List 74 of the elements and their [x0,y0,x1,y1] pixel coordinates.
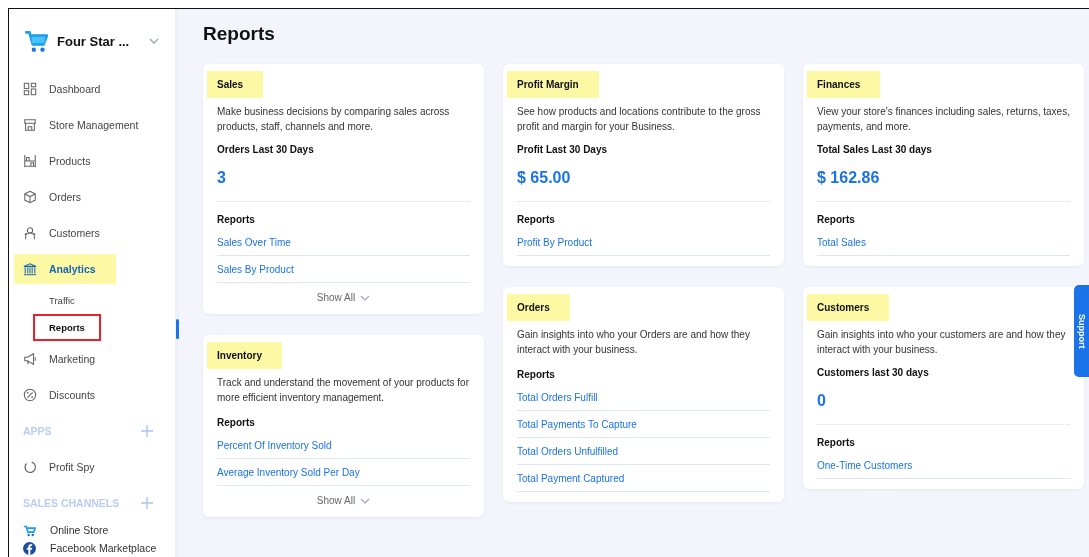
channel-item[interactable]: Facebook Marketplace [23,539,165,557]
card-description: Make business decisions by comparing sales across products, staff, channels and more. [217,105,451,134]
card-title: Finances [807,71,881,98]
nav-item[interactable]: Products [19,148,95,174]
nav-item[interactable]: Profit Spy [19,454,99,480]
report-link[interactable]: Total Payment Captured [517,465,770,492]
store-name[interactable]: Four Star ... [57,33,141,49]
chevron-down-icon [360,294,371,301]
metric-label: Profit Last 30 Days [517,144,609,155]
section-heading: APPS [23,425,52,437]
report-link[interactable]: Profit By Product [517,229,770,256]
channel-item[interactable]: Online Store [23,521,165,539]
scrollbar[interactable] [176,319,179,339]
show-all-button[interactable]: Show All [310,494,377,507]
card-title: Orders [507,294,570,321]
report-link[interactable]: Total Payments To Capture [517,411,770,438]
cart-logo-icon [23,28,49,54]
metric-label: Total Sales Last 30 days [817,144,933,155]
plus-icon[interactable] [141,425,153,437]
report-link[interactable]: Average Inventory Sold Per Day [217,459,470,486]
metric-value: $ 65.00 [517,169,572,187]
people-icon [23,226,37,240]
reports-heading: Reports [517,369,556,380]
card-description: Gain insights into who your customers are and how they interact with your business. [817,328,1067,357]
nav-item[interactable]: Dashboard [19,76,105,102]
metric-value: 3 [217,169,227,187]
ring-icon [23,460,37,474]
chevron-down-icon[interactable] [149,38,159,44]
reports-heading: Reports [517,214,556,225]
card-description: Track and understand the movement of your products for more efficient inventory management. [217,376,470,405]
store-icon [23,118,37,132]
nav-item[interactable]: Customers [19,220,104,246]
report-link[interactable]: Sales Over Time [217,229,470,256]
nav-item[interactable]: Analytics [14,254,116,284]
card-title: Sales [207,71,264,98]
report-link[interactable]: Total Orders Unfulfilled [517,438,770,465]
nav-item[interactable]: Store Management [19,112,143,138]
nav-subitem[interactable]: Traffic [43,291,81,310]
card-title: Customers [807,294,890,321]
card-description: See how products and locations contribute to the gross profit and margin for your Business. [517,105,762,134]
nav-subitem[interactable]: Reports [35,316,99,339]
report-link[interactable]: Percent Of Inventory Sold [217,432,470,459]
nav-item[interactable]: Discounts [19,382,100,408]
box-icon [23,190,37,204]
metric-label: Orders Last 30 Days [217,144,315,155]
reports-heading: Reports [217,417,256,428]
card-title: Inventory [207,342,282,369]
report-link[interactable]: Total Sales [817,229,1070,256]
reports-heading: Reports [817,437,856,448]
plus-icon[interactable] [141,497,153,509]
reports-heading: Reports [217,214,256,225]
page-title: Reports [203,23,276,45]
report-link[interactable]: Sales By Product [217,256,470,283]
metric-value: $ 162.86 [817,169,881,187]
card-description: Gain insights into who your Orders are and how they interact with your business. [517,328,751,357]
section-heading: SALES CHANNELS [23,497,120,509]
shelves-icon [23,154,37,168]
card-title: Profit Margin [507,71,599,98]
nav-item[interactable]: Marketing [19,346,100,372]
metric-value: 0 [817,392,827,410]
show-all-button[interactable]: Show All [310,291,377,304]
nav-item[interactable]: Orders [19,184,86,210]
grid-icon [23,82,37,96]
bank-icon [23,262,37,276]
percent-icon [23,388,37,402]
report-link[interactable]: Total Orders Fulfill [517,384,770,411]
reports-heading: Reports [817,214,856,225]
chevron-down-icon [360,497,371,504]
metric-label: Customers last 30 days [817,367,930,378]
report-link[interactable]: One-Time Customers [817,452,1070,479]
cart-icon [23,523,36,537]
support-tab[interactable]: Support [1074,285,1089,377]
megaphone-icon [23,352,37,366]
card-description: View your store's finances including sales, returns, taxes, payments, and more. [817,105,1070,134]
